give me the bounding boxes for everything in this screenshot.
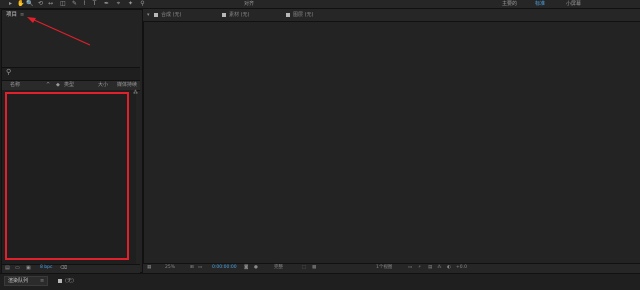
workspace-small-screen[interactable]: 小屏幕 bbox=[566, 0, 581, 8]
region-of-interest-icon[interactable]: ⬚ bbox=[302, 264, 306, 271]
exposure-reset-icon[interactable]: ◐ bbox=[447, 264, 451, 271]
hand-tool-icon[interactable]: ✋ bbox=[17, 1, 24, 7]
column-name[interactable]: 名称 bbox=[10, 81, 20, 89]
project-tab[interactable]: 项目 bbox=[6, 10, 17, 20]
timeline-comp-label: (无) bbox=[65, 278, 74, 284]
viewer-tab-bar bbox=[143, 9, 640, 22]
shape-tool-icon[interactable]: ◫ bbox=[60, 1, 66, 7]
column-type[interactable]: 类型 bbox=[64, 81, 74, 89]
new-folder-icon[interactable]: ▭ bbox=[15, 265, 20, 271]
type-tool-icon[interactable]: T bbox=[92, 1, 97, 7]
rotate-tool-icon[interactable]: ⟲ bbox=[38, 1, 43, 7]
flowchart-icon[interactable]: ⁂ bbox=[133, 90, 139, 97]
timeline-icon[interactable]: ▤ bbox=[428, 264, 432, 271]
resolution-dropdown[interactable]: 完整 bbox=[274, 264, 283, 271]
lock-icon bbox=[154, 12, 158, 17]
snap-toggle[interactable]: 对齐 bbox=[244, 0, 254, 8]
search-icon[interactable]: ⚲ bbox=[6, 68, 15, 77]
delete-icon[interactable]: ⌫ bbox=[60, 265, 67, 271]
eraser-tool-icon[interactable]: ⌖ bbox=[116, 1, 121, 7]
tab-layer[interactable]: 图层 (无) bbox=[286, 10, 314, 20]
interpret-footage-icon[interactable]: ▤ bbox=[5, 265, 10, 271]
selection-tool-icon[interactable]: ▸ bbox=[8, 1, 13, 7]
current-time-display[interactable]: 0:00:00:00 bbox=[212, 264, 237, 271]
always-preview-icon[interactable]: ▦ bbox=[147, 264, 151, 271]
project-footer bbox=[2, 264, 140, 273]
pixel-aspect-icon[interactable]: ▭ bbox=[408, 264, 412, 271]
tab-footage[interactable]: 素材 (无) bbox=[222, 10, 250, 20]
tab-layer-label: 图层 (无) bbox=[293, 12, 314, 18]
show-channel-icon[interactable]: ● bbox=[254, 264, 258, 271]
column-duration[interactable]: 媒体持续 bbox=[117, 81, 137, 89]
composition-icon bbox=[58, 278, 62, 283]
flowchart-view-icon[interactable]: ⁂ bbox=[437, 264, 442, 271]
exposure-value[interactable]: +0.0 bbox=[456, 264, 467, 271]
zoom-tool-icon[interactable]: 🔍 bbox=[26, 1, 33, 7]
tab-footage-label: 素材 (无) bbox=[229, 12, 250, 18]
view-layout-dropdown[interactable]: 1个视图 bbox=[376, 264, 392, 271]
render-queue-label: 渲染队列 bbox=[8, 278, 29, 284]
snapshot-icon[interactable]: ◙ bbox=[244, 264, 248, 271]
sort-arrow-icon[interactable]: ^ bbox=[46, 81, 50, 89]
lock-icon bbox=[286, 12, 290, 17]
panel-menu-icon[interactable]: ≡ bbox=[20, 10, 24, 20]
viewer-menu-icon[interactable]: ▾ bbox=[147, 10, 150, 20]
tab-timeline-none[interactable]: (无) bbox=[58, 276, 74, 286]
lock-icon bbox=[222, 12, 226, 17]
project-search-input[interactable] bbox=[2, 67, 140, 80]
annotation-highlight-box bbox=[5, 92, 129, 260]
label-tag-icon[interactable]: ◆ bbox=[56, 81, 60, 89]
panel-menu-icon[interactable]: ≡ bbox=[40, 276, 44, 286]
magnification-dropdown[interactable]: 25% bbox=[165, 264, 175, 271]
viewer-canvas[interactable] bbox=[144, 22, 639, 262]
stamp-tool-icon[interactable]: ✒ bbox=[104, 1, 109, 7]
tab-composition-label: 合成 (无) bbox=[161, 12, 182, 18]
tab-composition[interactable]: 合成 (无) bbox=[154, 10, 182, 20]
workspace-default[interactable]: 主要的 bbox=[502, 0, 517, 8]
mask-visibility-icon[interactable]: ▭ bbox=[198, 264, 202, 271]
camera-tool-icon[interactable]: ↔ bbox=[48, 1, 53, 7]
fast-previews-icon[interactable]: ⚡ bbox=[418, 264, 421, 271]
workspace-standard[interactable]: 标准 bbox=[535, 0, 545, 8]
brush-tool-icon[interactable]: ⌇ bbox=[82, 1, 87, 7]
column-size[interactable]: 大小 bbox=[98, 81, 108, 89]
roto-tool-icon[interactable]: ✦ bbox=[128, 1, 133, 7]
pen-tool-icon[interactable]: ✎ bbox=[72, 1, 77, 7]
timeline-tab-bar bbox=[0, 273, 640, 290]
puppet-tool-icon[interactable]: ⚲ bbox=[140, 1, 145, 7]
bit-depth-button[interactable]: 8 bpc bbox=[40, 265, 58, 271]
project-preview-area bbox=[2, 21, 140, 67]
safe-margins-icon[interactable]: ⊞ bbox=[190, 264, 194, 271]
transparency-grid-icon[interactable]: ▩ bbox=[312, 264, 316, 271]
new-composition-icon[interactable]: ▣ bbox=[26, 265, 31, 271]
